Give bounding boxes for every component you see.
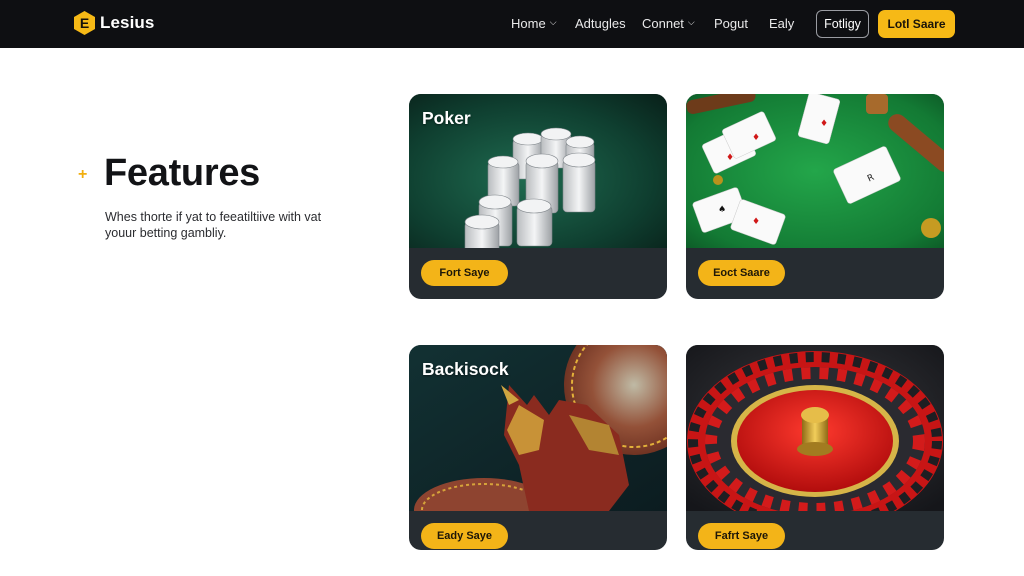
game-card-cards[interactable]: ♦ ♦ ♦ ♠ ♦ R Eoct Saare <box>686 94 944 299</box>
nav-home-label: Home <box>511 16 546 31</box>
section-subtitle: Whes thorte if yat to feeatiltiive with … <box>105 210 322 240</box>
chevron-down-icon: ⌵ <box>549 17 557 27</box>
card-button[interactable]: Fort Saye <box>421 260 508 286</box>
cards-table-image: ♦ ♦ ♦ ♠ ♦ R <box>686 94 944 248</box>
chevron-down-icon: ⌵ <box>687 17 695 27</box>
game-card-roulette[interactable]: Fafrt Saye <box>686 345 944 550</box>
svg-text:♦: ♦ <box>752 217 760 227</box>
svg-text:♦: ♦ <box>820 119 828 129</box>
nav-adtugles[interactable]: Adtugles <box>575 16 626 31</box>
card-button[interactable]: Eady Saye <box>421 523 508 549</box>
card-title: Poker <box>422 108 471 128</box>
logo-letter: E <box>80 15 89 31</box>
card-title: Backisock <box>422 359 509 379</box>
top-navbar: E Lesius Home ⌵ Adtugles Connet ⌵ Pogut … <box>0 0 1024 48</box>
nav-home[interactable]: Home ⌵ <box>511 16 557 31</box>
section-title: Features <box>104 152 261 194</box>
cta-button[interactable]: Lotl Saare <box>878 10 955 38</box>
nav-ealy-label: Ealy <box>769 16 795 31</box>
svg-text:♦: ♦ <box>726 153 734 163</box>
svg-text:♦: ♦ <box>752 133 760 143</box>
nav-ealy[interactable]: Ealy <box>769 16 794 31</box>
nav-pogut-label: Pogut <box>714 16 748 31</box>
outline-button[interactable]: Fotligy <box>816 10 869 38</box>
roulette-wheel-image <box>686 345 944 511</box>
brand-name: Lesius <box>100 13 155 32</box>
svg-text:♠: ♠ <box>718 205 726 215</box>
nav-adtugles-label: Adtugles <box>575 16 626 31</box>
logo-hexagon-icon: E <box>74 11 95 35</box>
nav-connet-label: Connet <box>642 16 684 31</box>
plus-icon: + <box>78 166 88 183</box>
game-card-poker[interactable]: Poker Fort Saye <box>409 94 667 299</box>
nav-connet[interactable]: Connet ⌵ <box>642 16 695 31</box>
nav-pogut[interactable]: Pogut <box>714 16 748 31</box>
card-button[interactable]: Eoct Saare <box>698 260 785 286</box>
card-button[interactable]: Fafrt Saye <box>698 523 785 549</box>
game-card-backisock[interactable]: Backisock Eady Saye <box>409 345 667 550</box>
brand-logo[interactable]: E Lesius <box>74 11 154 35</box>
